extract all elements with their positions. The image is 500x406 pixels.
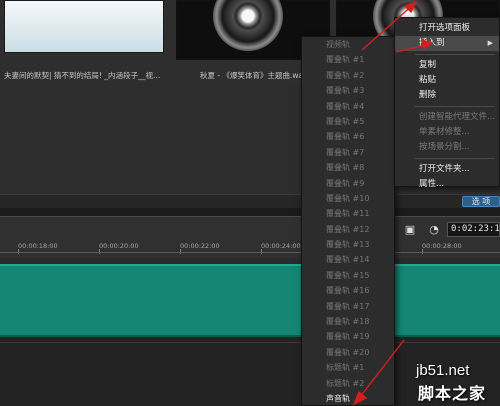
menu-item-copy[interactable]: 复制 [395,58,499,73]
clip-context-menu: 打开选项面板 插入到 ▶ 复制 粘贴 删除 创建智能代理文件... 单素材修整..… [394,17,500,189]
film-icon[interactable]: ▣ [403,223,417,237]
submenu-item-overlay-1[interactable]: 覆叠轨 #1 [302,52,394,67]
submenu-item-overlay-13[interactable]: 覆叠轨 #13 [302,237,394,252]
submenu-item-overlay-16[interactable]: 覆叠轨 #16 [302,283,394,298]
clock-icon[interactable]: ◔ [427,223,441,237]
submenu-item-overlay-12[interactable]: 覆叠轨 #12 [302,222,394,237]
library-bottom-bar [0,194,500,208]
menu-item-delete[interactable]: 删除 [395,88,499,103]
speaker-icon [213,0,283,51]
timecode-display[interactable]: 0:02:23:19 [447,222,500,237]
submenu-item-overlay-10[interactable]: 覆叠轨 #10 [302,191,394,206]
menu-item-trim[interactable]: 单素材修整... [395,125,499,140]
menu-item-paste[interactable]: 粘贴 [395,73,499,88]
track-divider [0,342,500,343]
video-track-clip[interactable] [0,264,500,337]
submenu-item-video-track[interactable]: 视频轨 [302,37,394,52]
submenu-item-overlay-15[interactable]: 覆叠轨 #15 [302,268,394,283]
video-thumbnail[interactable] [4,0,164,53]
submenu-item-overlay-11[interactable]: 覆叠轨 #11 [302,206,394,221]
submenu-item-overlay-5[interactable]: 覆叠轨 #5 [302,114,394,129]
options-button[interactable]: 选 项 [462,196,500,207]
menu-item-properties[interactable]: 属性... [395,177,499,192]
submenu-item-overlay-2[interactable]: 覆叠轨 #2 [302,68,394,83]
submenu-item-title-1[interactable]: 标题轨 #1 [302,360,394,375]
ruler-label: 00:00:24:00 [261,242,301,250]
submenu-item-overlay-8[interactable]: 覆叠轨 #8 [302,160,394,175]
submenu-item-overlay-18[interactable]: 覆叠轨 #18 [302,314,394,329]
ruler-label: 00:00:20:00 [99,242,139,250]
ruler-label: 00:00:18:00 [18,242,58,250]
watermark-logo-text: 脚本之家 [418,384,487,403]
ruler-label: 00:00:22:00 [180,242,220,250]
insert-to-submenu: 视频轨 覆叠轨 #1 覆叠轨 #2 覆叠轨 #3 覆叠轨 #4 覆叠轨 #5 覆… [301,36,395,406]
submenu-item-overlay-14[interactable]: 覆叠轨 #14 [302,252,394,267]
menu-item-label: 插入到 [419,38,445,48]
submenu-item-sound-track[interactable]: 声音轨 [302,391,394,406]
submenu-item-overlay-9[interactable]: 覆叠轨 #9 [302,176,394,191]
submenu-item-title-2[interactable]: 标题轨 #2 [302,376,394,391]
watermark-url: jb51.net [416,362,470,379]
submenu-item-overlay-19[interactable]: 覆叠轨 #19 [302,329,394,344]
menu-separator [415,54,495,55]
menu-item-open-folder[interactable]: 打开文件夹... [395,162,499,177]
thumbnail-caption: 夫妻间的默契| 猜不到的结局! _内涵段子__视... [4,71,161,80]
ruler-label: 00:00:28:00 [422,242,462,250]
thumbnail-caption: 秋夏 - 《爆笑体育》主题曲.wa... [200,71,310,80]
menu-item-smart-proxy[interactable]: 创建智能代理文件... [395,110,499,125]
panel-divider[interactable] [0,208,500,216]
menu-item-open-options-panel[interactable]: 打开选项面板 [395,21,499,36]
submenu-item-overlay-3[interactable]: 覆叠轨 #3 [302,83,394,98]
menu-item-split-by-scene[interactable]: 按场景分割... [395,140,499,155]
submenu-item-overlay-4[interactable]: 覆叠轨 #4 [302,99,394,114]
submenu-item-overlay-6[interactable]: 覆叠轨 #6 [302,129,394,144]
submenu-arrow-icon: ▶ [487,39,493,47]
menu-separator [415,158,495,159]
menu-separator [415,106,495,107]
submenu-item-overlay-20[interactable]: 覆叠轨 #20 [302,345,394,360]
menu-item-insert-to[interactable]: 插入到 ▶ [395,36,499,51]
submenu-item-overlay-17[interactable]: 覆叠轨 #17 [302,299,394,314]
timeline-ruler[interactable] [0,252,500,253]
submenu-item-overlay-7[interactable]: 覆叠轨 #7 [302,145,394,160]
